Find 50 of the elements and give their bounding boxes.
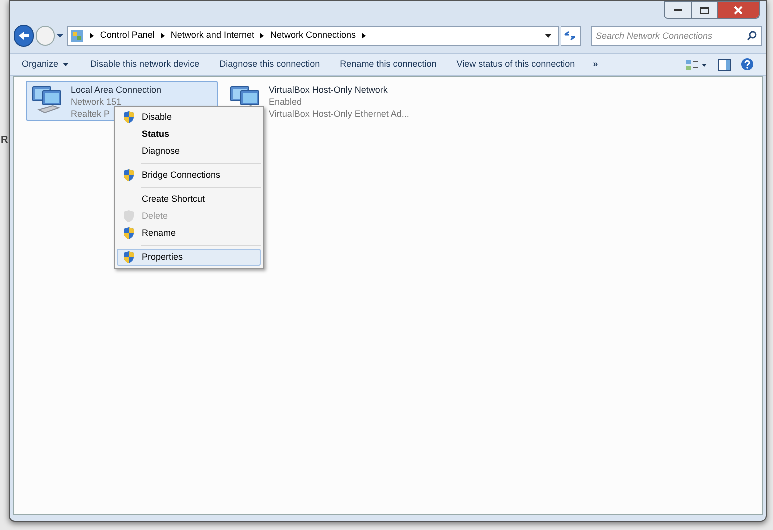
connection-name: Local Area Connection [71, 84, 162, 96]
preview-pane-icon[interactable] [718, 58, 731, 70]
toolbar-command[interactable]: Disable this network device [86, 58, 204, 72]
background-text: R [1, 134, 8, 148]
menu-item[interactable]: Properties [117, 249, 261, 266]
dropdown-icon[interactable] [544, 34, 552, 38]
breadcrumb[interactable]: Network and Internet [170, 29, 254, 43]
toolbar-command[interactable]: Rename this connection [336, 58, 441, 72]
menu-item[interactable]: Rename [117, 225, 261, 242]
organize-button[interactable]: Organize [18, 58, 73, 72]
maximize-button[interactable] [691, 2, 717, 18]
shield-icon [123, 169, 135, 182]
network-computer-icon [31, 84, 63, 116]
breadcrumb[interactable]: Network Connections [270, 29, 356, 43]
shield-icon [123, 227, 135, 240]
minimize-button[interactable] [665, 2, 691, 18]
connection-status: Network 151 [71, 96, 122, 108]
breadcrumb-arrow-icon [362, 33, 366, 39]
breadcrumb-arrow-icon [160, 33, 165, 39]
connection-device: Realtek P [71, 108, 110, 120]
connection-device: VirtualBox Host-Only Ethernet Ad... [269, 108, 410, 120]
control-panel-icon [70, 29, 84, 43]
refresh-icon [564, 31, 576, 41]
menu-item[interactable]: Create Shortcut [117, 191, 261, 208]
back-button[interactable] [14, 25, 34, 47]
toolbar-command[interactable]: View status of this connection [452, 58, 580, 72]
connection-status: Enabled [269, 96, 302, 108]
caret-icon [62, 62, 69, 66]
connection-name: VirtualBox Host-Only Network [269, 84, 389, 96]
breadcrumb-arrow-icon [90, 33, 94, 39]
close-button[interactable] [717, 2, 759, 18]
breadcrumb[interactable]: Control Panel [100, 29, 155, 43]
more-commands-button[interactable]: » [589, 58, 602, 72]
search-icon [747, 31, 757, 41]
breadcrumb-arrow-icon [260, 33, 264, 39]
help-icon[interactable] [741, 58, 754, 71]
address-bar[interactable]: Control Panel Network and Internet Network Connections [67, 26, 559, 46]
menu-item[interactable]: Diagnose [117, 143, 261, 160]
view-options-icon[interactable] [686, 58, 708, 70]
shield-icon [123, 251, 135, 264]
back-arrow-icon [18, 31, 30, 41]
history-dropdown-icon[interactable] [56, 34, 64, 38]
menu-item[interactable]: Bridge Connections [117, 167, 261, 184]
close-icon [734, 6, 743, 14]
toolbar-command[interactable]: Diagnose this connection [216, 58, 324, 72]
search-field[interactable]: Search Network Connections [590, 26, 762, 46]
menu-item[interactable]: Status [117, 126, 261, 143]
shield-icon [123, 111, 135, 124]
refresh-button[interactable] [560, 26, 581, 46]
shield-icon [123, 210, 135, 223]
